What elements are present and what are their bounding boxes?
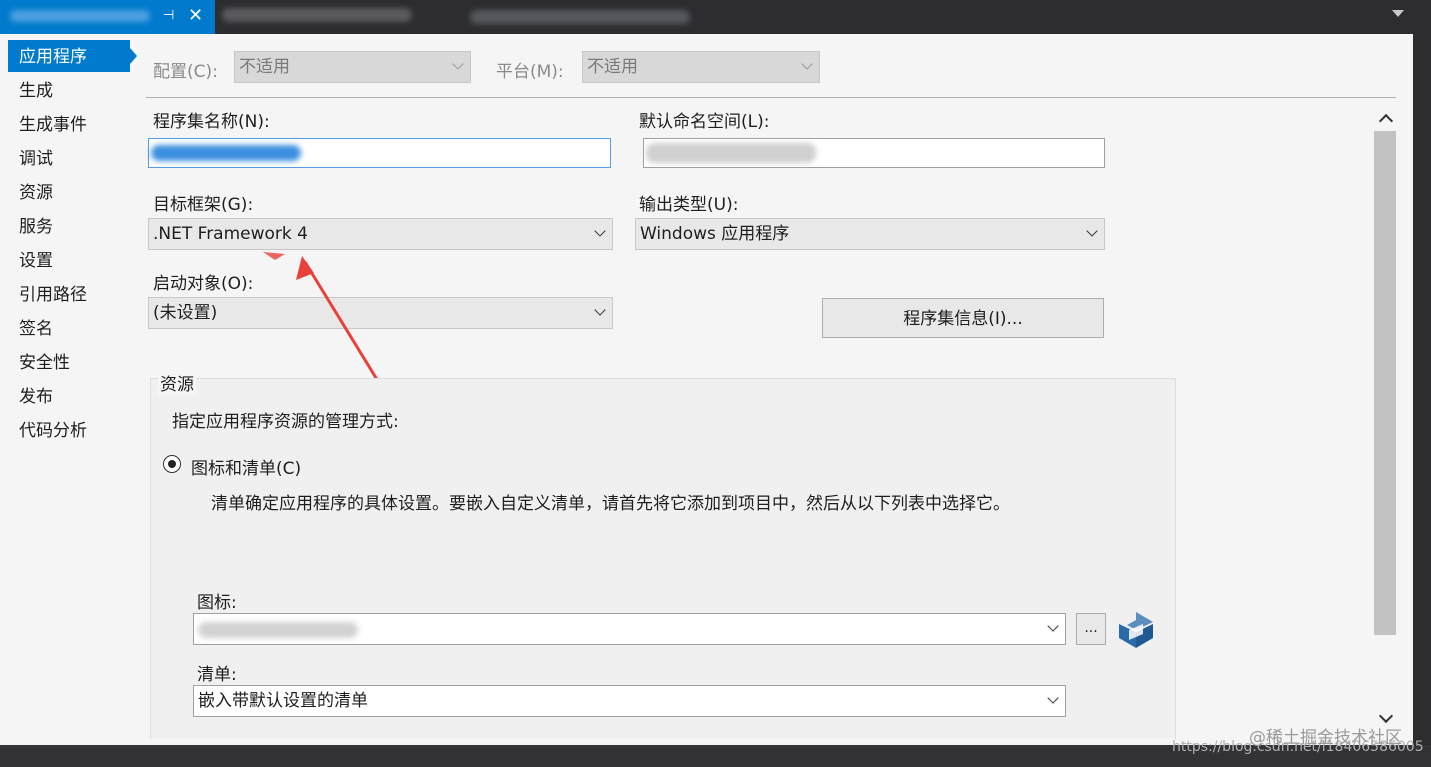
config-label: 配置(C):	[153, 62, 218, 82]
startup-object-label: 启动对象(O):	[153, 274, 254, 294]
nav-item[interactable]: 生成事件	[19, 110, 87, 140]
window-gutter	[1413, 34, 1431, 745]
assembly-info-button[interactable]: 程序集信息(I)...	[822, 298, 1104, 338]
manifest-hint-text: 清单确定应用程序的具体设置。要嵌入自定义清单，请首先将它添加到项目中，然后从以下…	[211, 494, 1010, 514]
nav-item[interactable]: 发布	[19, 382, 53, 412]
config-value: 不适用	[239, 57, 290, 77]
manifest-select[interactable]: 嵌入带默认设置的清单	[193, 685, 1066, 717]
icon-manifest-radio-label[interactable]: 图标和清单(C)	[191, 454, 301, 479]
icon-select[interactable]	[193, 613, 1066, 645]
chevron-down-icon	[801, 58, 813, 70]
close-icon[interactable]: ✕	[188, 5, 203, 26]
config-select: 不适用	[234, 51, 471, 83]
target-framework-label: 目标框架(G):	[153, 195, 254, 215]
manifest-label: 清单:	[197, 665, 237, 685]
manifest-value: 嵌入带默认设置的清单	[198, 691, 368, 711]
nav-item[interactable]: 代码分析	[19, 416, 87, 446]
nav-item[interactable]: 引用路径	[19, 280, 87, 310]
active-document-tab[interactable]	[0, 0, 215, 34]
nav-item[interactable]: 服务	[19, 212, 53, 242]
assembly-name-label: 程序集名称(N):	[153, 112, 270, 132]
chevron-down-icon	[452, 58, 464, 70]
tab-overflow-icon[interactable]	[1392, 10, 1404, 17]
separator	[146, 97, 1396, 98]
output-type-label: 输出类型(U):	[639, 195, 739, 215]
default-namespace-label: 默认命名空间(L):	[639, 112, 770, 132]
chevron-down-icon	[1047, 620, 1059, 632]
icon-label: 图标:	[197, 593, 237, 613]
default-namespace-input[interactable]	[643, 138, 1105, 168]
platform-value: 不适用	[587, 57, 638, 77]
nav-item[interactable]: 调试	[19, 144, 53, 174]
chevron-down-icon	[594, 225, 606, 237]
browse-icon-button[interactable]: ...	[1076, 613, 1106, 645]
output-type-value: Windows 应用程序	[640, 224, 790, 244]
startup-object-value: (未设置)	[153, 303, 218, 323]
nav-item[interactable]: 安全性	[19, 348, 70, 378]
resources-group-title: 资源	[158, 370, 196, 395]
nav-item[interactable]: 应用程序	[19, 42, 87, 72]
platform-label: 平台(M):	[496, 62, 564, 82]
nav-item[interactable]: 资源	[19, 178, 53, 208]
nav-item[interactable]: 设置	[19, 246, 53, 276]
app-icon-preview	[1119, 612, 1153, 648]
nav-selection-arrow	[130, 48, 137, 64]
assembly-name-input[interactable]	[148, 138, 611, 168]
chevron-down-icon	[1086, 225, 1098, 237]
pin-icon[interactable]: ⊣	[163, 8, 174, 23]
chevron-down-icon	[594, 304, 606, 316]
platform-select: 不适用	[582, 51, 820, 83]
nav-item[interactable]: 生成	[19, 76, 53, 106]
resources-description: 指定应用程序资源的管理方式:	[172, 412, 399, 432]
chevron-down-icon	[1047, 692, 1059, 704]
nav-item[interactable]: 签名	[19, 314, 53, 344]
watermark-text: @稀土掘金技术社区	[1249, 728, 1402, 748]
output-type-select[interactable]: Windows 应用程序	[635, 218, 1105, 250]
radio-selected-dot	[168, 460, 176, 468]
scrollbar-thumb[interactable]	[1374, 131, 1396, 635]
